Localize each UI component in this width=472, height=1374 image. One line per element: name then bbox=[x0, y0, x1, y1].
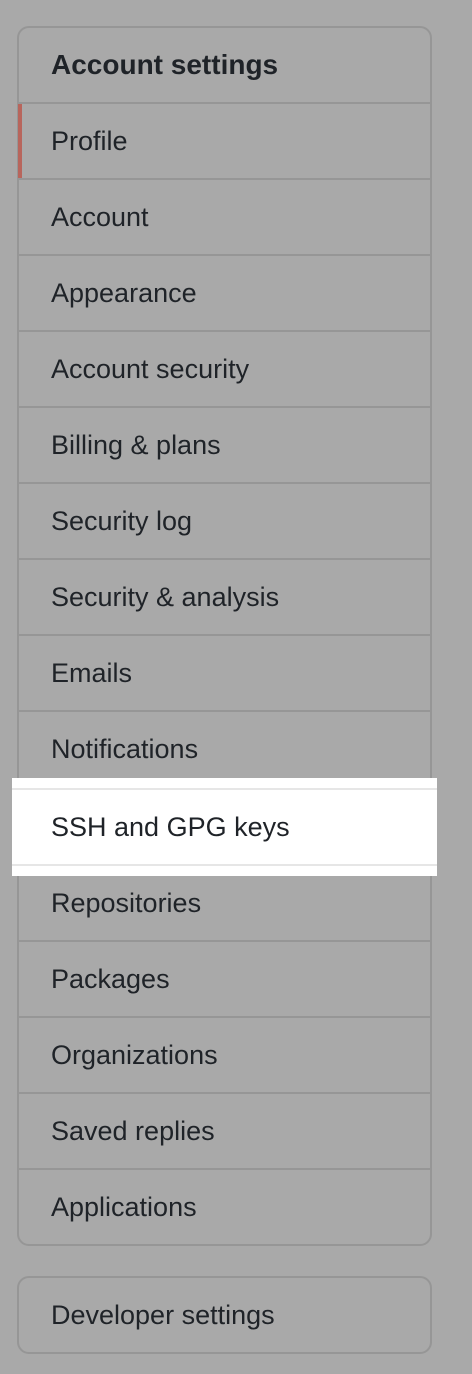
menu-item-ssh-gpg-keys[interactable]: SSH and GPG keys bbox=[12, 788, 437, 866]
menu-item-packages[interactable]: Packages bbox=[19, 942, 430, 1018]
account-settings-menu: Account settings Profile Account Appearanc… bbox=[12, 26, 437, 1246]
menu-item-applications[interactable]: Applications bbox=[19, 1170, 430, 1244]
menu-item-emails[interactable]: Emails bbox=[19, 636, 430, 712]
menu-item-repositories[interactable]: Repositories bbox=[19, 866, 430, 942]
menu-item-profile[interactable]: Profile bbox=[18, 104, 430, 180]
menu-item-developer-settings[interactable]: Developer settings bbox=[19, 1278, 430, 1352]
developer-settings-menu: Developer settings bbox=[17, 1276, 432, 1354]
menu-item-saved-replies[interactable]: Saved replies bbox=[19, 1094, 430, 1170]
menu-item-appearance[interactable]: Appearance bbox=[19, 256, 430, 332]
menu-item-organizations[interactable]: Organizations bbox=[19, 1018, 430, 1094]
menu-item-billing-plans[interactable]: Billing & plans bbox=[19, 408, 430, 484]
menu-item-notifications[interactable]: Notifications bbox=[19, 712, 430, 788]
menu-item-account-security[interactable]: Account security bbox=[19, 332, 430, 408]
menu-item-account[interactable]: Account bbox=[19, 180, 430, 256]
account-settings-heading: Account settings bbox=[19, 28, 430, 104]
menu-item-security-analysis[interactable]: Security & analysis bbox=[19, 560, 430, 636]
menu-item-security-log[interactable]: Security log bbox=[19, 484, 430, 560]
